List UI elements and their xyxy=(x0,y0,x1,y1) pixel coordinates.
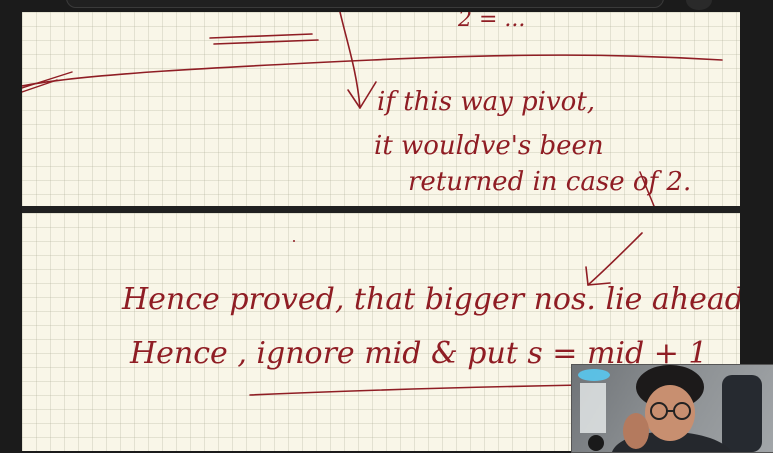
note-line-1: if this way pivot, xyxy=(377,87,595,117)
page-separator xyxy=(22,206,740,213)
underline-fragment xyxy=(213,39,319,45)
note-line-2: it wouldve's been xyxy=(374,131,604,161)
person-video-icon xyxy=(578,365,762,452)
conclusion-line-1: Hence proved, that bigger nos. lie ahead… xyxy=(121,282,740,317)
search-bar-fragment[interactable] xyxy=(66,0,664,8)
page-top-ink: 2 = ... if this way pivot, it wouldve's … xyxy=(22,12,723,206)
webcam-overlay xyxy=(571,364,773,453)
video-top-bar xyxy=(0,0,773,12)
ink-dot xyxy=(293,240,295,242)
underline-fragment xyxy=(209,33,313,39)
divider-line xyxy=(22,54,723,87)
notebook-page-top: 2 = ... if this way pivot, it wouldve's … xyxy=(22,12,740,206)
underline xyxy=(249,384,583,396)
arrow-icon xyxy=(587,232,643,286)
partial-top-text: 2 = ... xyxy=(457,12,525,32)
arrow-head xyxy=(347,81,377,109)
avatar-fragment[interactable] xyxy=(686,0,712,10)
